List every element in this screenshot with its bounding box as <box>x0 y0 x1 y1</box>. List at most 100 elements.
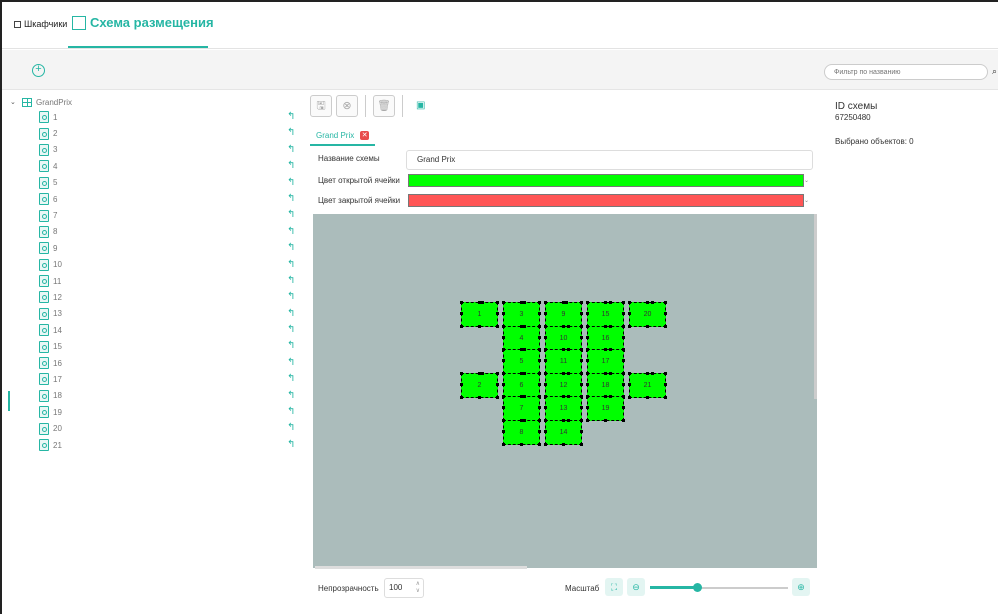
undo-icon[interactable]: ↰ <box>287 324 295 335</box>
locker-cell[interactable]: 15 <box>586 301 624 327</box>
tree-item-label: 9 <box>53 243 58 253</box>
tree-item[interactable]: 14 ↰ <box>10 322 300 338</box>
tree-item[interactable]: 3 ↰ <box>10 142 300 158</box>
save-button[interactable]: 🖫 <box>310 95 332 117</box>
undo-icon[interactable]: ↰ <box>287 193 295 204</box>
undo-icon[interactable]: ↰ <box>287 439 295 450</box>
add-icon[interactable]: + <box>32 64 45 77</box>
undo-icon[interactable]: ↰ <box>287 242 295 253</box>
fit-screen-icon[interactable]: ⛶ <box>605 578 623 596</box>
locker-icon <box>39 160 49 173</box>
open-color-picker[interactable] <box>408 174 804 187</box>
delete-button[interactable]: 🗑 <box>373 95 395 117</box>
undo-icon[interactable]: ↰ <box>287 357 295 368</box>
locker-cell[interactable]: 19 <box>586 395 624 422</box>
undo-icon[interactable]: ↰ <box>287 209 295 220</box>
tree-item[interactable]: 11 ↰ <box>10 273 300 289</box>
tree-item[interactable]: 15 ↰ <box>10 338 300 354</box>
tab-cabinets[interactable]: Шкафчики <box>14 19 67 29</box>
scheme-tab[interactable]: Grand Prix ✕ <box>310 126 376 146</box>
undo-icon[interactable]: ↰ <box>287 144 295 155</box>
zoom-slider-handle[interactable] <box>692 583 702 592</box>
search-icon[interactable]: ⌕ <box>992 66 997 77</box>
scheme-id-value: 67250480 <box>835 113 871 122</box>
locker-cell[interactable]: 18 <box>586 371 624 398</box>
tree-item[interactable]: 18 ↰ <box>10 388 300 404</box>
locker-cell[interactable]: 9 <box>544 301 582 327</box>
locker-cell[interactable]: 16 <box>586 324 624 351</box>
locker-cell[interactable]: 7 <box>502 395 540 422</box>
undo-icon[interactable]: ↰ <box>287 373 295 384</box>
locker-cell[interactable]: 14 <box>544 419 582 445</box>
zoom-in-icon[interactable]: ⊕ <box>792 578 810 596</box>
undo-icon[interactable]: ↰ <box>287 422 295 433</box>
locker-cell[interactable]: 5 <box>502 348 540 375</box>
tab-scheme[interactable]: Схема размещения <box>72 14 214 49</box>
scheme-canvas[interactable]: 1 3 9 15 20 4 10 16 5 11 17 2 6 12 18 21 7 13 19 8 14 <box>313 214 817 568</box>
stepper-arrows-icon[interactable]: ∧ ∨ <box>416 581 420 595</box>
filter-input[interactable] <box>824 64 988 80</box>
tree-item[interactable]: 20 ↰ <box>10 420 300 436</box>
tree-item[interactable]: 1 ↰ <box>10 109 300 125</box>
tree-item[interactable]: 19 ↰ <box>10 404 300 420</box>
top-bar: Шкафчики Схема размещения <box>2 2 998 49</box>
undo-icon[interactable]: ↰ <box>287 291 295 302</box>
locker-icon <box>39 193 49 206</box>
undo-icon[interactable]: ↰ <box>287 226 295 237</box>
close-icon[interactable]: ✕ <box>360 130 370 140</box>
vertical-scrollbar[interactable] <box>814 214 817 399</box>
tab-cabinets-label: Шкафчики <box>24 19 68 29</box>
locker-cell[interactable]: 6 <box>502 371 540 398</box>
tree-item-label: 12 <box>53 292 62 302</box>
tree-item[interactable]: 9 ↰ <box>10 240 300 256</box>
undo-icon[interactable]: ↰ <box>287 308 295 319</box>
tree-root[interactable]: ⌄ GrandPrix <box>10 95 300 109</box>
tree-item[interactable]: 5 ↰ <box>10 175 300 191</box>
locker-cell[interactable]: 1 <box>460 301 498 327</box>
cancel-button[interactable]: ⊗ <box>336 95 358 117</box>
undo-icon[interactable]: ↰ <box>287 127 295 138</box>
tree-item[interactable]: 7 ↰ <box>10 207 300 223</box>
undo-icon[interactable]: ↰ <box>287 340 295 351</box>
closed-color-picker[interactable] <box>408 194 804 207</box>
chevron-down-icon[interactable]: ⌄ <box>10 98 22 106</box>
undo-icon[interactable]: ↰ <box>287 177 295 188</box>
locker-cell[interactable]: 8 <box>502 419 540 445</box>
locker-cell[interactable]: 20 <box>628 301 666 327</box>
undo-icon[interactable]: ↰ <box>287 160 295 171</box>
zoom-out-icon[interactable]: ⊖ <box>627 578 645 596</box>
chevron-down-icon[interactable]: ⌄ <box>804 177 809 184</box>
tree-item[interactable]: 17 ↰ <box>10 371 300 387</box>
tree-item[interactable]: 10 ↰ <box>10 257 300 273</box>
locker-cell[interactable]: 2 <box>460 371 498 398</box>
horizontal-scrollbar[interactable] <box>315 566 527 569</box>
opacity-stepper[interactable]: 100 ∧ ∨ <box>384 578 424 598</box>
tree-item[interactable]: 13 ↰ <box>10 306 300 322</box>
locker-cell[interactable]: 11 <box>544 348 582 375</box>
zoom-slider-fill <box>650 586 697 589</box>
locker-cell[interactable]: 21 <box>628 371 666 398</box>
tree-item[interactable]: 6 ↰ <box>10 191 300 207</box>
tree-item[interactable]: 2 ↰ <box>10 125 300 141</box>
undo-icon[interactable]: ↰ <box>287 259 295 270</box>
tree-item[interactable]: 21 ↰ <box>10 437 300 453</box>
locker-cell[interactable]: 12 <box>544 371 582 398</box>
undo-icon[interactable]: ↰ <box>287 390 295 401</box>
locker-icon <box>39 307 49 320</box>
tree-item[interactable]: 16 ↰ <box>10 355 300 371</box>
locker-cell[interactable]: 17 <box>586 348 624 375</box>
tree-item-label: 3 <box>53 145 58 155</box>
tree-item[interactable]: 8 ↰ <box>10 224 300 240</box>
locker-cell[interactable]: 3 <box>502 301 540 327</box>
tree-item[interactable]: 4 ↰ <box>10 158 300 174</box>
locker-cell[interactable]: 13 <box>544 395 582 422</box>
tree-item[interactable]: 12 ↰ <box>10 289 300 305</box>
chevron-down-icon[interactable]: ⌄ <box>804 197 809 204</box>
locker-cell[interactable]: 10 <box>544 324 582 351</box>
undo-icon[interactable]: ↰ <box>287 275 295 286</box>
locker-cell[interactable]: 4 <box>502 324 540 351</box>
image-icon[interactable]: ▣ <box>416 95 425 117</box>
scheme-name-field[interactable]: Grand Prix <box>406 150 813 170</box>
undo-icon[interactable]: ↰ <box>287 406 295 417</box>
undo-icon[interactable]: ↰ <box>287 111 295 122</box>
